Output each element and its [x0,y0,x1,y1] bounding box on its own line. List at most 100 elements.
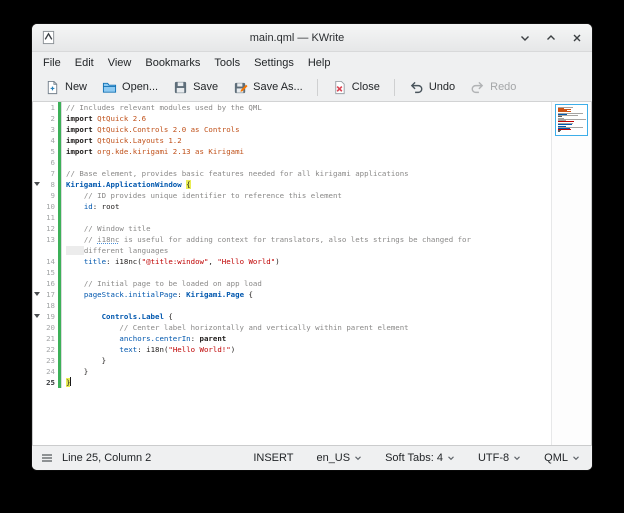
statusbar-menu-icon[interactable] [41,452,53,464]
code-text[interactable] [62,267,551,278]
code-text[interactable]: // Center label horizontally and vertica… [62,322,551,333]
document-save-icon [173,80,188,95]
code-text[interactable]: // ID provides unique identifier to refe… [62,190,551,201]
minimap-line [558,116,562,117]
fold-column [33,135,42,146]
code-text[interactable]: import QtQuick.Controls 2.0 as Controls [62,124,551,135]
code-text[interactable] [62,212,551,223]
status-item-label: UTF-8 [478,452,509,464]
fold-marker[interactable] [33,179,42,190]
chevron-down-icon [519,32,531,44]
fold-column [33,146,42,157]
status-insert-mode[interactable]: INSERT [250,450,296,466]
kwrite-window: main.qml — KWrite FileEditViewBookmarksT… [32,24,592,470]
status-dictionary[interactable]: en_US [313,450,365,466]
code-row: 8 Kirigami.ApplicationWindow { [33,179,551,190]
toolbar-save-as-button[interactable]: Save As... [227,77,309,98]
code-text[interactable]: anchors.centerIn: parent [62,333,551,344]
minimize-window-button[interactable] [519,32,531,44]
line-number: 3 [42,124,58,135]
toolbar: New Open... SaveSave As... Close UndoRedo [32,73,592,102]
line-number: 19 [42,311,58,322]
menu-help[interactable]: Help [301,55,338,71]
code-text[interactable] [62,157,551,168]
code-text[interactable]: // Window title [62,223,551,234]
status-encoding[interactable]: UTF-8 [475,450,524,466]
kwrite-app-icon[interactable] [41,30,56,45]
toolbar-button-label: Close [352,81,380,93]
line-number: 6 [42,157,58,168]
menu-settings[interactable]: Settings [247,55,301,71]
code-row: 14 title: i18nc("@title:window", "Hello … [33,256,551,267]
minimap-line [558,111,571,112]
text-cursor [70,377,71,386]
window-title: main.qml — KWrite [92,32,502,44]
fold-column [33,333,42,344]
code-text[interactable] [62,300,551,311]
toolbar-open-button[interactable]: Open... [96,77,164,98]
menu-bookmarks[interactable]: Bookmarks [138,55,207,71]
cursor-position-label[interactable]: Line 25, Column 2 [62,452,151,464]
status-tab-mode[interactable]: Soft Tabs: 4 [382,450,458,466]
edit-undo-icon [409,80,424,95]
fold-column [33,322,42,333]
code-text[interactable]: pageStack.initialPage: Kirigami.Page { [62,289,551,300]
toolbar-redo-button[interactable]: Redo [464,77,522,98]
line-number: 9 [42,190,58,201]
code-row: 3 import QtQuick.Controls 2.0 as Controls [33,124,551,135]
code-text[interactable]: // Base element, provides basic features… [62,168,551,179]
toolbar-undo-button[interactable]: Undo [403,77,461,98]
fold-column [33,366,42,377]
code-row-wrapped: different languages [33,245,551,256]
chevron-down-icon [572,454,580,462]
code-text[interactable]: } [62,366,551,377]
code-text[interactable]: // Initial page to be loaded on app load [62,278,551,289]
code-text[interactable]: id: root [62,201,551,212]
chevron-up-icon [545,32,557,44]
toolbar-button-label: Open... [122,81,158,93]
line-number: 8 [42,179,58,190]
code-text[interactable]: title: i18nc("@title:window", "Hello Wor… [62,256,551,267]
titlebar[interactable]: main.qml — KWrite [32,24,592,52]
code-text[interactable]: different languages [62,245,551,256]
menu-view[interactable]: View [101,55,139,71]
minimap-line [558,131,560,132]
code-text[interactable]: text: i18n("Hello World!") [62,344,551,355]
code-text[interactable]: import org.kde.kirigami 2.13 as Kirigami [62,146,551,157]
code-view[interactable]: 1 // Includes relevant modules used by th… [33,102,551,445]
menu-file[interactable]: File [36,55,68,71]
code-text[interactable]: import QtQuick 2.6 [62,113,551,124]
close-window-button[interactable] [571,32,583,44]
code-row: 7 // Base element, provides basic feature… [33,168,551,179]
code-text[interactable]: // i18nc is useful for adding context fo… [62,234,551,245]
code-text[interactable]: Controls.Label { [62,311,551,322]
line-number: 20 [42,322,58,333]
fold-expanded-icon [34,182,40,186]
menu-tools[interactable]: Tools [207,55,247,71]
fold-marker[interactable] [33,289,42,300]
line-number: 1 [42,102,58,113]
code-text[interactable]: } [62,355,551,366]
code-text[interactable]: Kirigami.ApplicationWindow { [62,179,551,190]
code-text[interactable]: } [62,377,551,388]
minimap-visible-range[interactable] [555,104,588,136]
scrollbar-minimap[interactable] [551,102,591,445]
code-row: 15 [33,267,551,278]
maximize-window-button[interactable] [545,32,557,44]
status-item-label: Soft Tabs: 4 [385,452,443,464]
line-number: 16 [42,278,58,289]
toolbar-new-button[interactable]: New [39,77,93,98]
menu-edit[interactable]: Edit [68,55,101,71]
code-text[interactable]: import QtQuick.Layouts 1.2 [62,135,551,146]
code-text[interactable]: // Includes relevant modules used by the… [62,102,551,113]
line-number: 22 [42,344,58,355]
status-syntax-mode[interactable]: QML [541,450,583,466]
toolbar-close-button[interactable]: Close [326,77,386,98]
status-item-label: QML [544,452,568,464]
line-number: 7 [42,168,58,179]
fold-marker[interactable] [33,311,42,322]
toolbar-save-button[interactable]: Save [167,77,224,98]
fold-column [33,157,42,168]
code-row: 13 // i18nc is useful for adding context… [33,234,551,245]
code-row: 9 // ID provides unique identifier to re… [33,190,551,201]
